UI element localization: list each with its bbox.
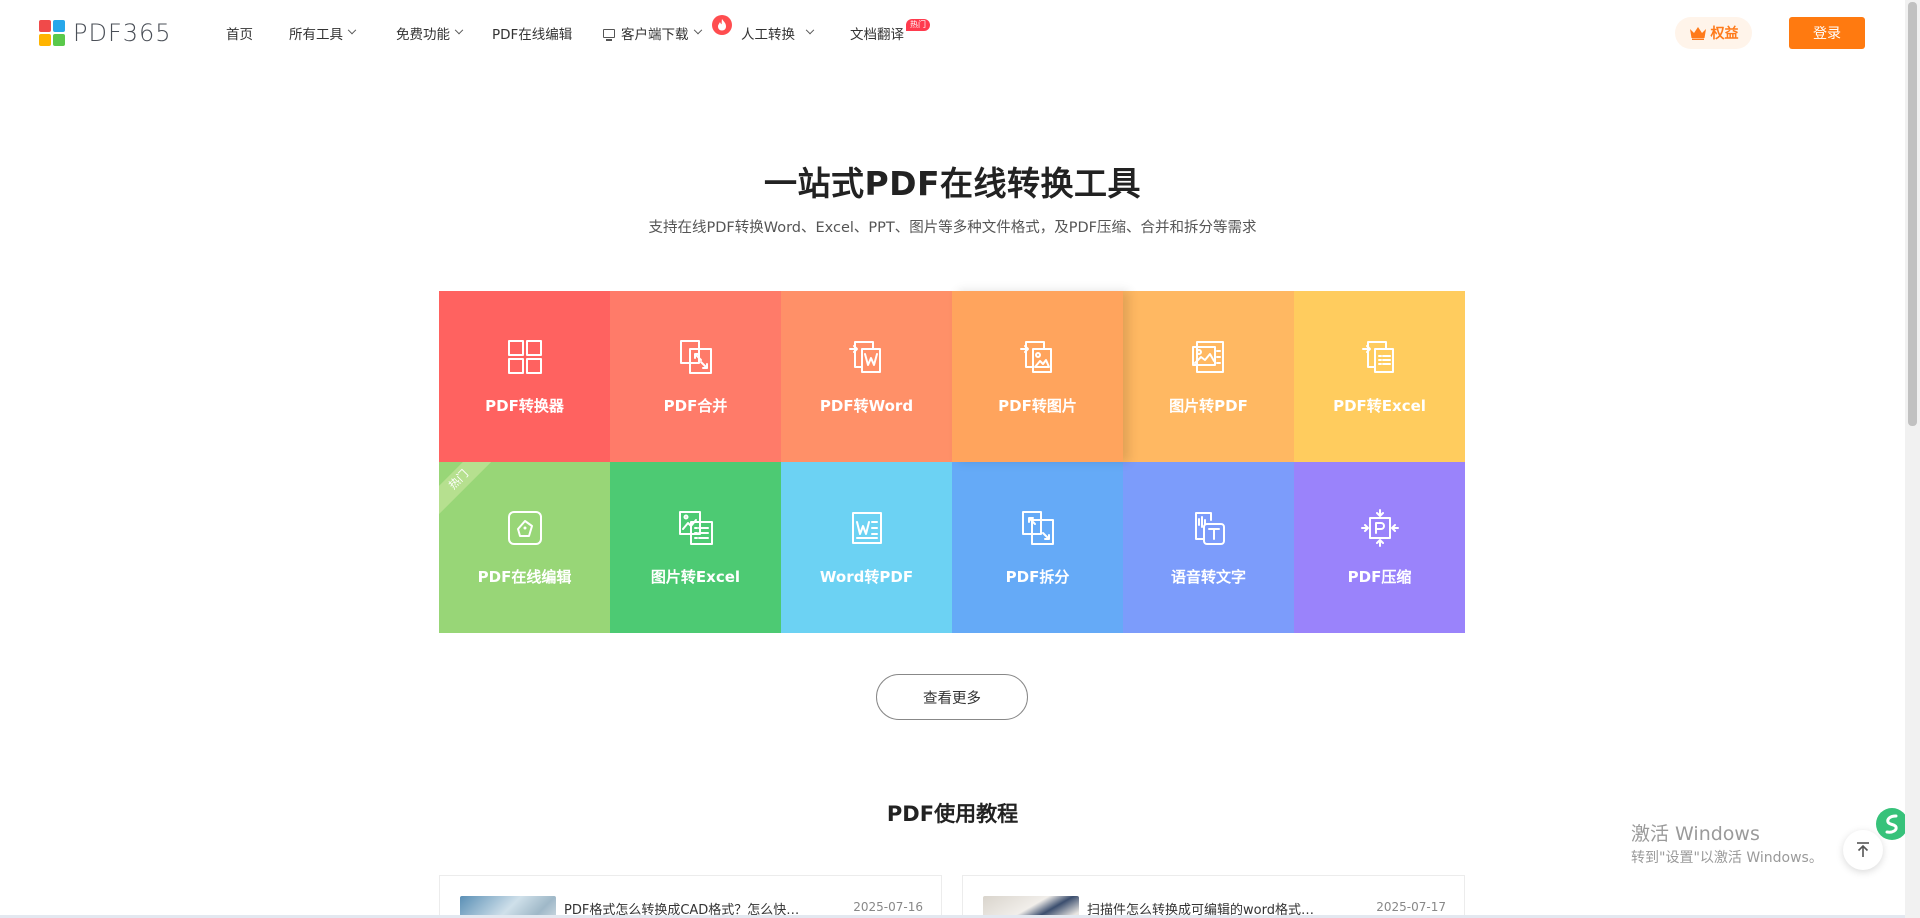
split-icon (1018, 508, 1058, 548)
chevron-down-icon (454, 25, 464, 35)
pdf-to-word-icon (847, 337, 887, 377)
tool-tile[interactable]: PDF拆分 (952, 462, 1123, 633)
windows-activation-watermark-hint: 转到"设置"以激活 Windows。 (1631, 850, 1823, 866)
tool-tile-label: 图片转Excel (650, 568, 741, 586)
speech-to-text-icon (1189, 508, 1229, 548)
nav-home-label: 首页 (226, 27, 253, 43)
chevron-down-icon (347, 25, 357, 35)
logo-text: PDF365 (73, 19, 172, 47)
tool-grid: PDF转换器 PDF合并 PDF转Word PDF转图片 图片转PDF PDF转Excel… (439, 291, 1465, 633)
assistant-float-icon[interactable] (1876, 808, 1908, 840)
windows-activation-watermark-title: 激活 Windows (1631, 823, 1760, 845)
tool-tile[interactable]: PDF压缩 (1294, 462, 1465, 633)
tool-tile-label: PDF转Word (819, 397, 914, 415)
nav-all-tools[interactable]: 所有工具 (289, 24, 357, 43)
page-subtitle: 支持在线PDF转换Word、Excel、PPT、图片等多种文件格式，及PDF压缩… (648, 220, 1257, 236)
tool-tile[interactable]: PDF转Word (781, 291, 952, 462)
tool-tile-label: PDF转Excel (1333, 397, 1426, 415)
grid-icon (505, 337, 545, 377)
image-to-pdf-icon (1189, 337, 1229, 377)
nav-all-tools-label: 所有工具 (289, 27, 343, 43)
tool-tile-label: 图片转PDF (1169, 397, 1248, 415)
word-to-pdf-icon (847, 508, 887, 548)
nav-manual-convert-label: 人工转换 (741, 27, 795, 43)
nav-pdf-online-edit[interactable]: PDF在线编辑 (492, 24, 573, 43)
tool-tile[interactable]: PDF转Excel (1294, 291, 1465, 462)
nav-free-features[interactable]: 免费功能 (396, 24, 464, 43)
tool-tile[interactable]: PDF合并 (610, 291, 781, 462)
hot-ribbon: 热门 (439, 462, 501, 522)
vip-benefits-button[interactable]: 权益 (1675, 17, 1752, 49)
nav-manual-convert[interactable]: 人工转换 (741, 24, 815, 43)
tool-tile[interactable]: PDF转换器 (439, 291, 610, 462)
logo[interactable]: PDF365 (39, 19, 172, 47)
tool-tile-label: 语音转文字 (1170, 568, 1246, 586)
nav-home[interactable]: 首页 (226, 24, 253, 43)
pdf-to-image-icon (1018, 337, 1058, 377)
logo-mark-icon (39, 20, 65, 46)
tutorial-card[interactable]: 扫描件怎么转换成可编辑的word格式… 2025-07-17 (962, 875, 1465, 918)
hot-badge: 热门 (906, 19, 930, 31)
nav-client-download-label: 客户端下载 (621, 27, 689, 43)
fire-icon (712, 15, 732, 35)
edit-icon (505, 508, 545, 548)
tool-tile-label: PDF在线编辑 (477, 568, 572, 586)
tool-tile-label: PDF转换器 (485, 397, 564, 415)
tutorial-card[interactable]: PDF格式怎么转换成CAD格式？怎么快… 2025-07-16 (439, 875, 942, 918)
nav-client-download[interactable]: 客户端下载 (603, 24, 702, 43)
login-button[interactable]: 登录 (1789, 17, 1865, 49)
tool-tile-label: PDF压缩 (1347, 568, 1412, 586)
nav-pdf-online-edit-label: PDF在线编辑 (492, 27, 573, 43)
tool-tile-label: PDF合并 (663, 397, 728, 415)
tool-tile[interactable]: 图片转PDF (1123, 291, 1294, 462)
tutorials-title: PDF使用教程 (886, 802, 1019, 826)
tutorial-date: 2025-07-17 (1376, 900, 1446, 914)
site-header: PDF365 首页 所有工具 免费功能 PDF在线编辑 客户端下载 人工转换 文… (0, 0, 1905, 64)
tool-tile-label: PDF转图片 (998, 397, 1077, 415)
nav-free-features-label: 免费功能 (396, 27, 450, 43)
scrollbar-thumb[interactable] (1908, 2, 1917, 426)
compress-icon (1360, 508, 1400, 548)
tool-tile[interactable]: PDF在线编辑 热门 (439, 462, 610, 633)
page-title: 一站式PDF在线转换工具 (763, 164, 1142, 203)
tool-tile[interactable]: PDF转图片 (952, 291, 1123, 462)
chevron-down-icon (693, 25, 702, 35)
nav-doc-translate[interactable]: 文档翻译 (850, 24, 904, 43)
chevron-down-icon (805, 25, 815, 35)
nav-doc-translate-label: 文档翻译 (850, 27, 904, 43)
tool-tile-label: PDF拆分 (1005, 568, 1070, 586)
monitor-icon (603, 28, 615, 41)
tool-tile[interactable]: 图片转Excel (610, 462, 781, 633)
tool-tile[interactable]: Word转PDF (781, 462, 952, 633)
merge-icon (676, 337, 716, 377)
image-to-excel-icon (676, 508, 716, 548)
view-more-button[interactable]: 查看更多 (876, 674, 1028, 720)
vertical-scrollbar[interactable] (1905, 0, 1920, 918)
tutorial-date: 2025-07-16 (853, 900, 923, 914)
tool-tile[interactable]: 语音转文字 (1123, 462, 1294, 633)
pdf-to-excel-icon (1360, 337, 1400, 377)
vip-benefits-label: 权益 (1710, 26, 1739, 42)
crown-icon (1689, 27, 1706, 40)
tool-tile-label: Word转PDF (819, 568, 914, 586)
arrow-up-icon (1857, 842, 1869, 857)
